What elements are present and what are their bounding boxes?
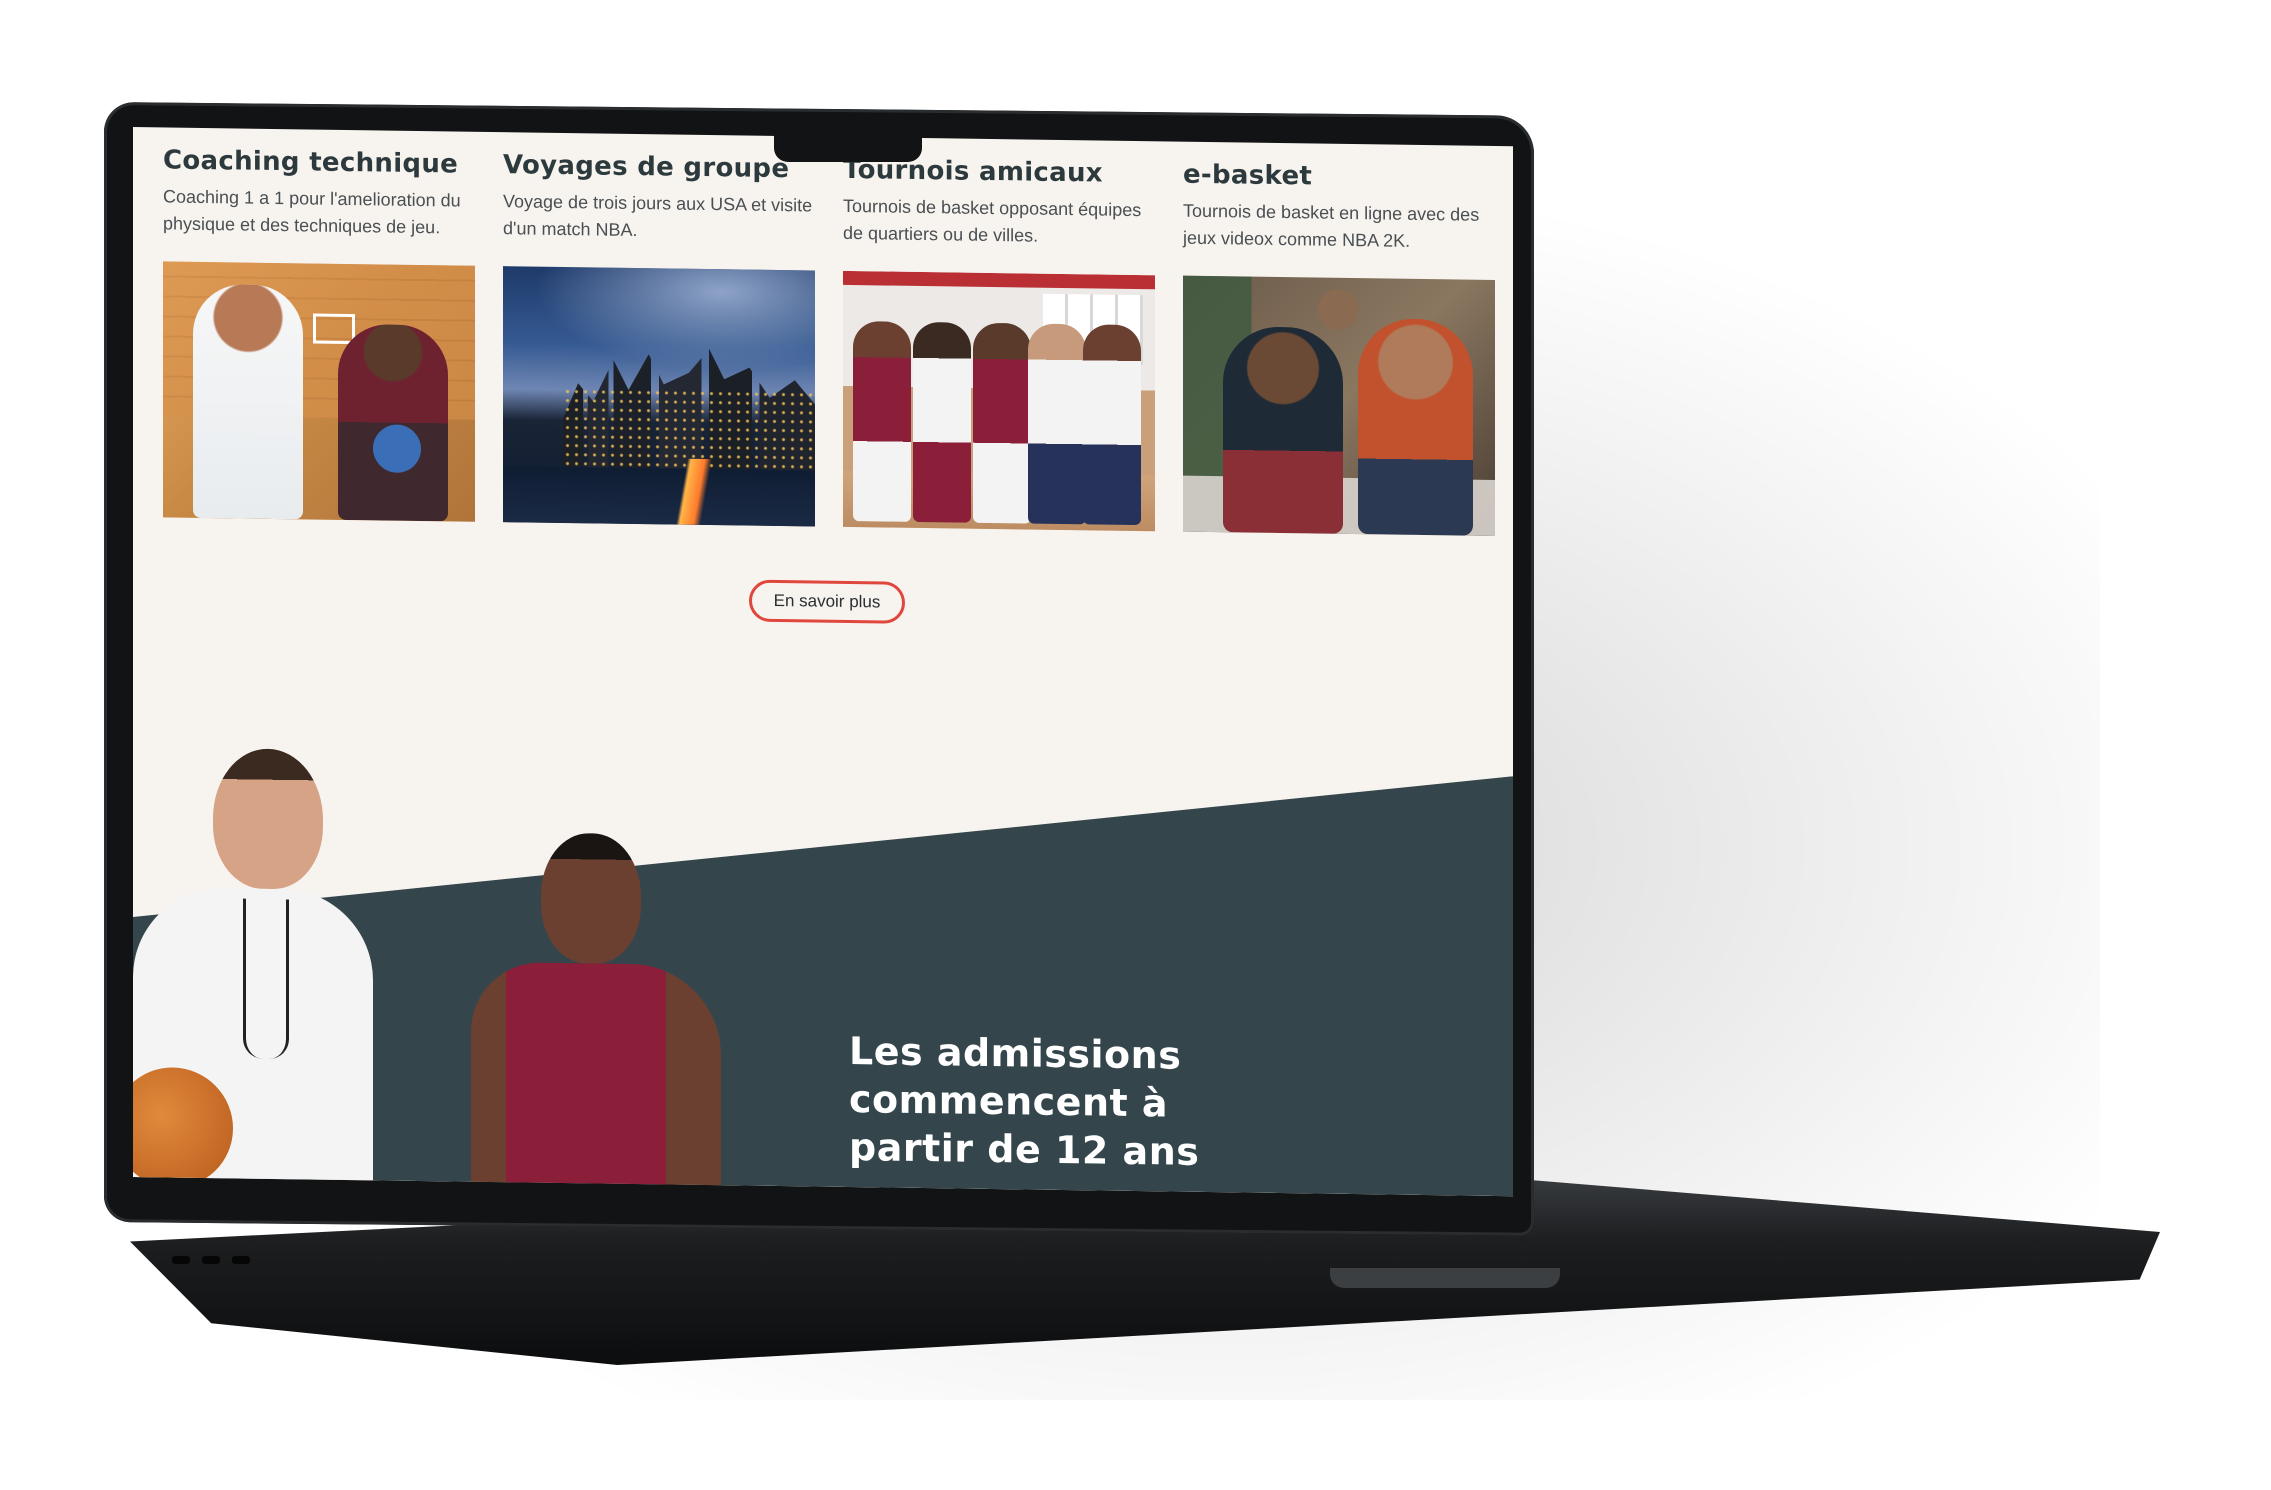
card-title: Coaching technique (163, 145, 459, 180)
card-description: Coaching 1 a 1 pour l'amelioration du ph… (163, 186, 461, 238)
video-gamers-on-sofa-photo (1183, 275, 1495, 537)
service-card-tournois[interactable]: Tournois amicaux Tournois de basket oppo… (843, 155, 1155, 532)
services-grid: Coaching technique Coaching 1 a 1 pour l… (163, 145, 1495, 537)
new-york-city-skyline-photo (503, 266, 815, 527)
service-card-ebasket[interactable]: e-basket Tournois de basket en ligne ave… (1183, 159, 1495, 537)
card-title: e-basket (1183, 159, 1313, 192)
coach-and-player-photo (163, 261, 475, 522)
admissions-heading: Les admissions commencent à partir de 12… (849, 1028, 1200, 1174)
card-description: Tournois de basket en ligne avec des jeu… (1183, 200, 1480, 251)
card-description: Voyage de trois jours aux USA et visite … (503, 191, 813, 241)
coach-figure-photo (133, 747, 393, 1191)
learn-more-button[interactable]: En savoir plus (749, 579, 905, 624)
laptop-ports (172, 1249, 292, 1267)
service-card-coaching[interactable]: Coaching technique Coaching 1 a 1 pour l… (163, 145, 475, 522)
basketball-team-huddle-photo (843, 270, 1155, 532)
trackpad-lip (1330, 1268, 1560, 1288)
service-card-voyages[interactable]: Voyages de groupe Voyage de trois jours … (503, 150, 815, 527)
card-title: Voyages de groupe (503, 150, 790, 185)
usb-port-icon (232, 1256, 250, 1264)
camera-notch (774, 128, 922, 162)
usb-port-icon (172, 1256, 190, 1264)
usb-port-icon (202, 1256, 220, 1264)
laptop-screen: Coaching technique Coaching 1 a 1 pour l… (133, 127, 1513, 1197)
card-description: Tournois de basket opposant équipes de q… (843, 195, 1142, 246)
player-figure-photo (471, 832, 771, 1197)
